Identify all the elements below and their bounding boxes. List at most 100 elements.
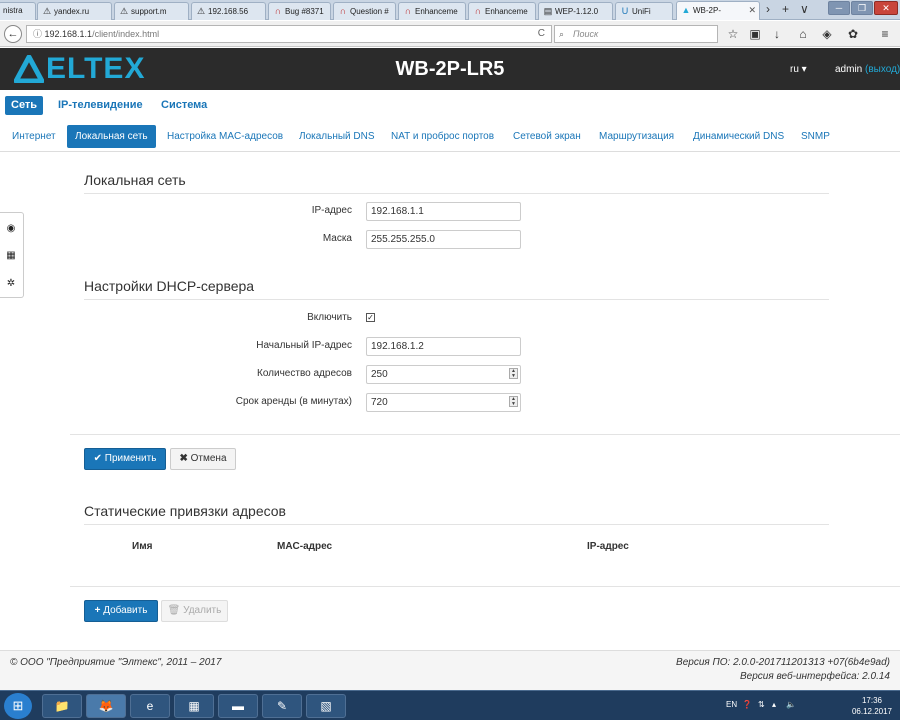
close-icon: ✖: [179, 453, 188, 464]
dhcp-enable-label: Включить: [307, 312, 352, 323]
divider: [84, 524, 829, 525]
sub-nav: Интернет Локальная сеть Настройка MAC-ад…: [0, 124, 900, 152]
main-nav-network[interactable]: Сеть: [5, 96, 44, 115]
browser-tab[interactable]: ∩ Bug #8371: [268, 2, 331, 20]
warning-icon: ⚠: [42, 6, 52, 16]
ip-address-input[interactable]: [366, 202, 521, 221]
browser-tab[interactable]: nistra: [0, 2, 36, 20]
spinner-icon[interactable]: ▲ ▼: [509, 368, 518, 379]
warning-icon: ⚠: [196, 6, 206, 16]
delete-button[interactable]: 🗑 Удалить: [161, 600, 228, 622]
column-header-ip: IP-адрес: [587, 541, 629, 552]
browser-tab-bar: nistra ⚠ yandex.ru ⚠ support.m ⚠ 192.168.56…: [0, 0, 900, 20]
home-icon[interactable]: ⌂: [796, 27, 810, 41]
browser-tab[interactable]: ∩ Enhanceme: [398, 2, 466, 20]
tab-local-dns[interactable]: Локальный DNS: [291, 125, 383, 148]
user-menu: admin (выход): [835, 64, 900, 75]
tab-nat-port-forwarding[interactable]: NAT и проброс портов: [383, 125, 502, 148]
section-title-dhcp: Настройки DHCP-сервера: [84, 278, 255, 294]
pocket-icon[interactable]: ◈: [820, 27, 834, 41]
plus-icon: +: [94, 605, 101, 616]
check-icon: ✔: [93, 453, 102, 464]
gear-icon[interactable]: ✲: [0, 278, 22, 289]
device-title: WB-2P-LR5: [395, 58, 505, 80]
lease-time-input[interactable]: [366, 393, 521, 412]
footer: © ООО "Предприятие "Элтекс", 2011 – 2017…: [0, 650, 900, 690]
url-field[interactable]: ⓘ 192.168.1.1/client/index.html C: [26, 25, 552, 43]
browser-tab-active[interactable]: ▲ WB-2P- ✕: [676, 1, 760, 20]
tab-scroll-right-icon[interactable]: ›: [766, 2, 770, 16]
browser-tab[interactable]: ∩ Enhanceme: [468, 2, 536, 20]
tab-local-network[interactable]: Локальная сеть: [67, 125, 156, 148]
ie-icon[interactable]: e: [130, 694, 170, 718]
cancel-button[interactable]: ✖ Отмена: [170, 448, 236, 470]
firefox-icon[interactable]: 🦊: [86, 694, 126, 718]
tab-internet[interactable]: Интернет: [4, 125, 64, 148]
volume-icon[interactable]: 🔈: [786, 700, 796, 709]
copyright: © ООО "Предприятие "Элтекс", 2011 – 2017: [10, 657, 222, 668]
eye-icon[interactable]: ◉: [0, 223, 22, 234]
warning-icon: ⚠: [119, 6, 129, 16]
close-tab-icon[interactable]: ✕: [748, 2, 756, 18]
download-icon[interactable]: ↓: [770, 27, 784, 41]
extension-icon[interactable]: ✿: [846, 27, 860, 41]
start-ip-input[interactable]: [366, 337, 521, 356]
tab-mac-settings[interactable]: Настройка MAC-адресов: [159, 125, 291, 148]
logout-link[interactable]: (выход): [865, 64, 900, 75]
help-icon[interactable]: ❓: [742, 700, 752, 709]
add-button[interactable]: + Добавить: [84, 600, 158, 622]
browser-tab[interactable]: ▤ WEP-1.12.0: [538, 2, 613, 20]
new-tab-icon[interactable]: +: [782, 2, 789, 16]
address-count-stepper: ▲▼: [366, 365, 521, 384]
apply-button[interactable]: ✔ Применить: [84, 448, 166, 470]
calculator-icon[interactable]: ▦: [174, 694, 214, 718]
reading-list-icon[interactable]: ▣: [748, 27, 762, 41]
tab-snmp[interactable]: SNMP: [793, 125, 838, 148]
browser-tab[interactable]: ⚠ yandex.ru: [37, 2, 112, 20]
start-ip-label: Начальный IP-адрес: [256, 340, 352, 351]
app-header: ELTEX WB-2P-LR5 ru ▾ admin (выход): [0, 48, 900, 90]
tab-firewall[interactable]: Сетевой экран: [505, 125, 589, 148]
browser-tab[interactable]: ∩ Question #: [333, 2, 396, 20]
mask-input[interactable]: [366, 230, 521, 249]
spinner-icon[interactable]: ▲ ▼: [509, 396, 518, 407]
tab-routing[interactable]: Маршрутизация: [591, 125, 682, 148]
mask-label: Маска: [322, 233, 352, 244]
close-window-icon[interactable]: ✕: [874, 1, 898, 15]
dhcp-enable-checkbox[interactable]: ✓: [366, 313, 375, 322]
browser-search-input[interactable]: ⌕ Поиск: [554, 25, 718, 43]
column-header-name: Имя: [132, 541, 153, 552]
address-count-label: Количество адресов: [257, 368, 352, 379]
reload-icon[interactable]: C: [538, 26, 545, 42]
windows-start-icon[interactable]: ⊞: [4, 693, 32, 719]
explorer-icon[interactable]: 📁: [42, 694, 82, 718]
network-icon[interactable]: ⇅: [758, 700, 765, 709]
tab-dynamic-dns[interactable]: Динамический DNS: [685, 125, 792, 148]
menu-icon[interactable]: ≡: [878, 27, 892, 41]
minimize-icon[interactable]: ─: [828, 1, 850, 15]
ip-address-label: IP-адрес: [311, 205, 352, 216]
browser-tab[interactable]: ⚠ support.m: [114, 2, 189, 20]
input-language[interactable]: EN: [726, 700, 737, 709]
web-interface-version: Версия веб-интерфейса: 2.0.14: [739, 671, 890, 682]
lease-time-stepper: ▲▼: [366, 393, 521, 412]
main-nav-iptv[interactable]: IP-телевидение: [52, 96, 149, 115]
search-icon: ⌕: [559, 29, 565, 39]
notepad-icon[interactable]: ✎: [262, 694, 302, 718]
back-icon[interactable]: ←: [4, 25, 22, 43]
browser-tab[interactable]: ⚠ 192.168.56: [191, 2, 266, 20]
grid-icon[interactable]: ▦: [0, 250, 22, 261]
app-icon[interactable]: ▧: [306, 694, 346, 718]
bookmark-star-icon[interactable]: ☆: [726, 27, 740, 41]
maximize-icon[interactable]: ❐: [851, 1, 873, 15]
language-select[interactable]: ru ▾: [790, 64, 807, 75]
clock[interactable]: 17:36 06.12.2017: [852, 695, 892, 717]
lease-time-label: Срок аренды (в минутах): [235, 396, 352, 407]
tray-arrow-icon[interactable]: ▴: [772, 700, 776, 709]
tab-list-icon[interactable]: ∨: [800, 2, 809, 16]
main-nav-system[interactable]: Система: [155, 96, 213, 115]
side-toolbar: ◉ ▦ ✲: [0, 212, 24, 298]
browser-tab[interactable]: U UniFi: [615, 2, 673, 20]
terminal-icon[interactable]: ▬: [218, 694, 258, 718]
address-count-input[interactable]: [366, 365, 521, 384]
